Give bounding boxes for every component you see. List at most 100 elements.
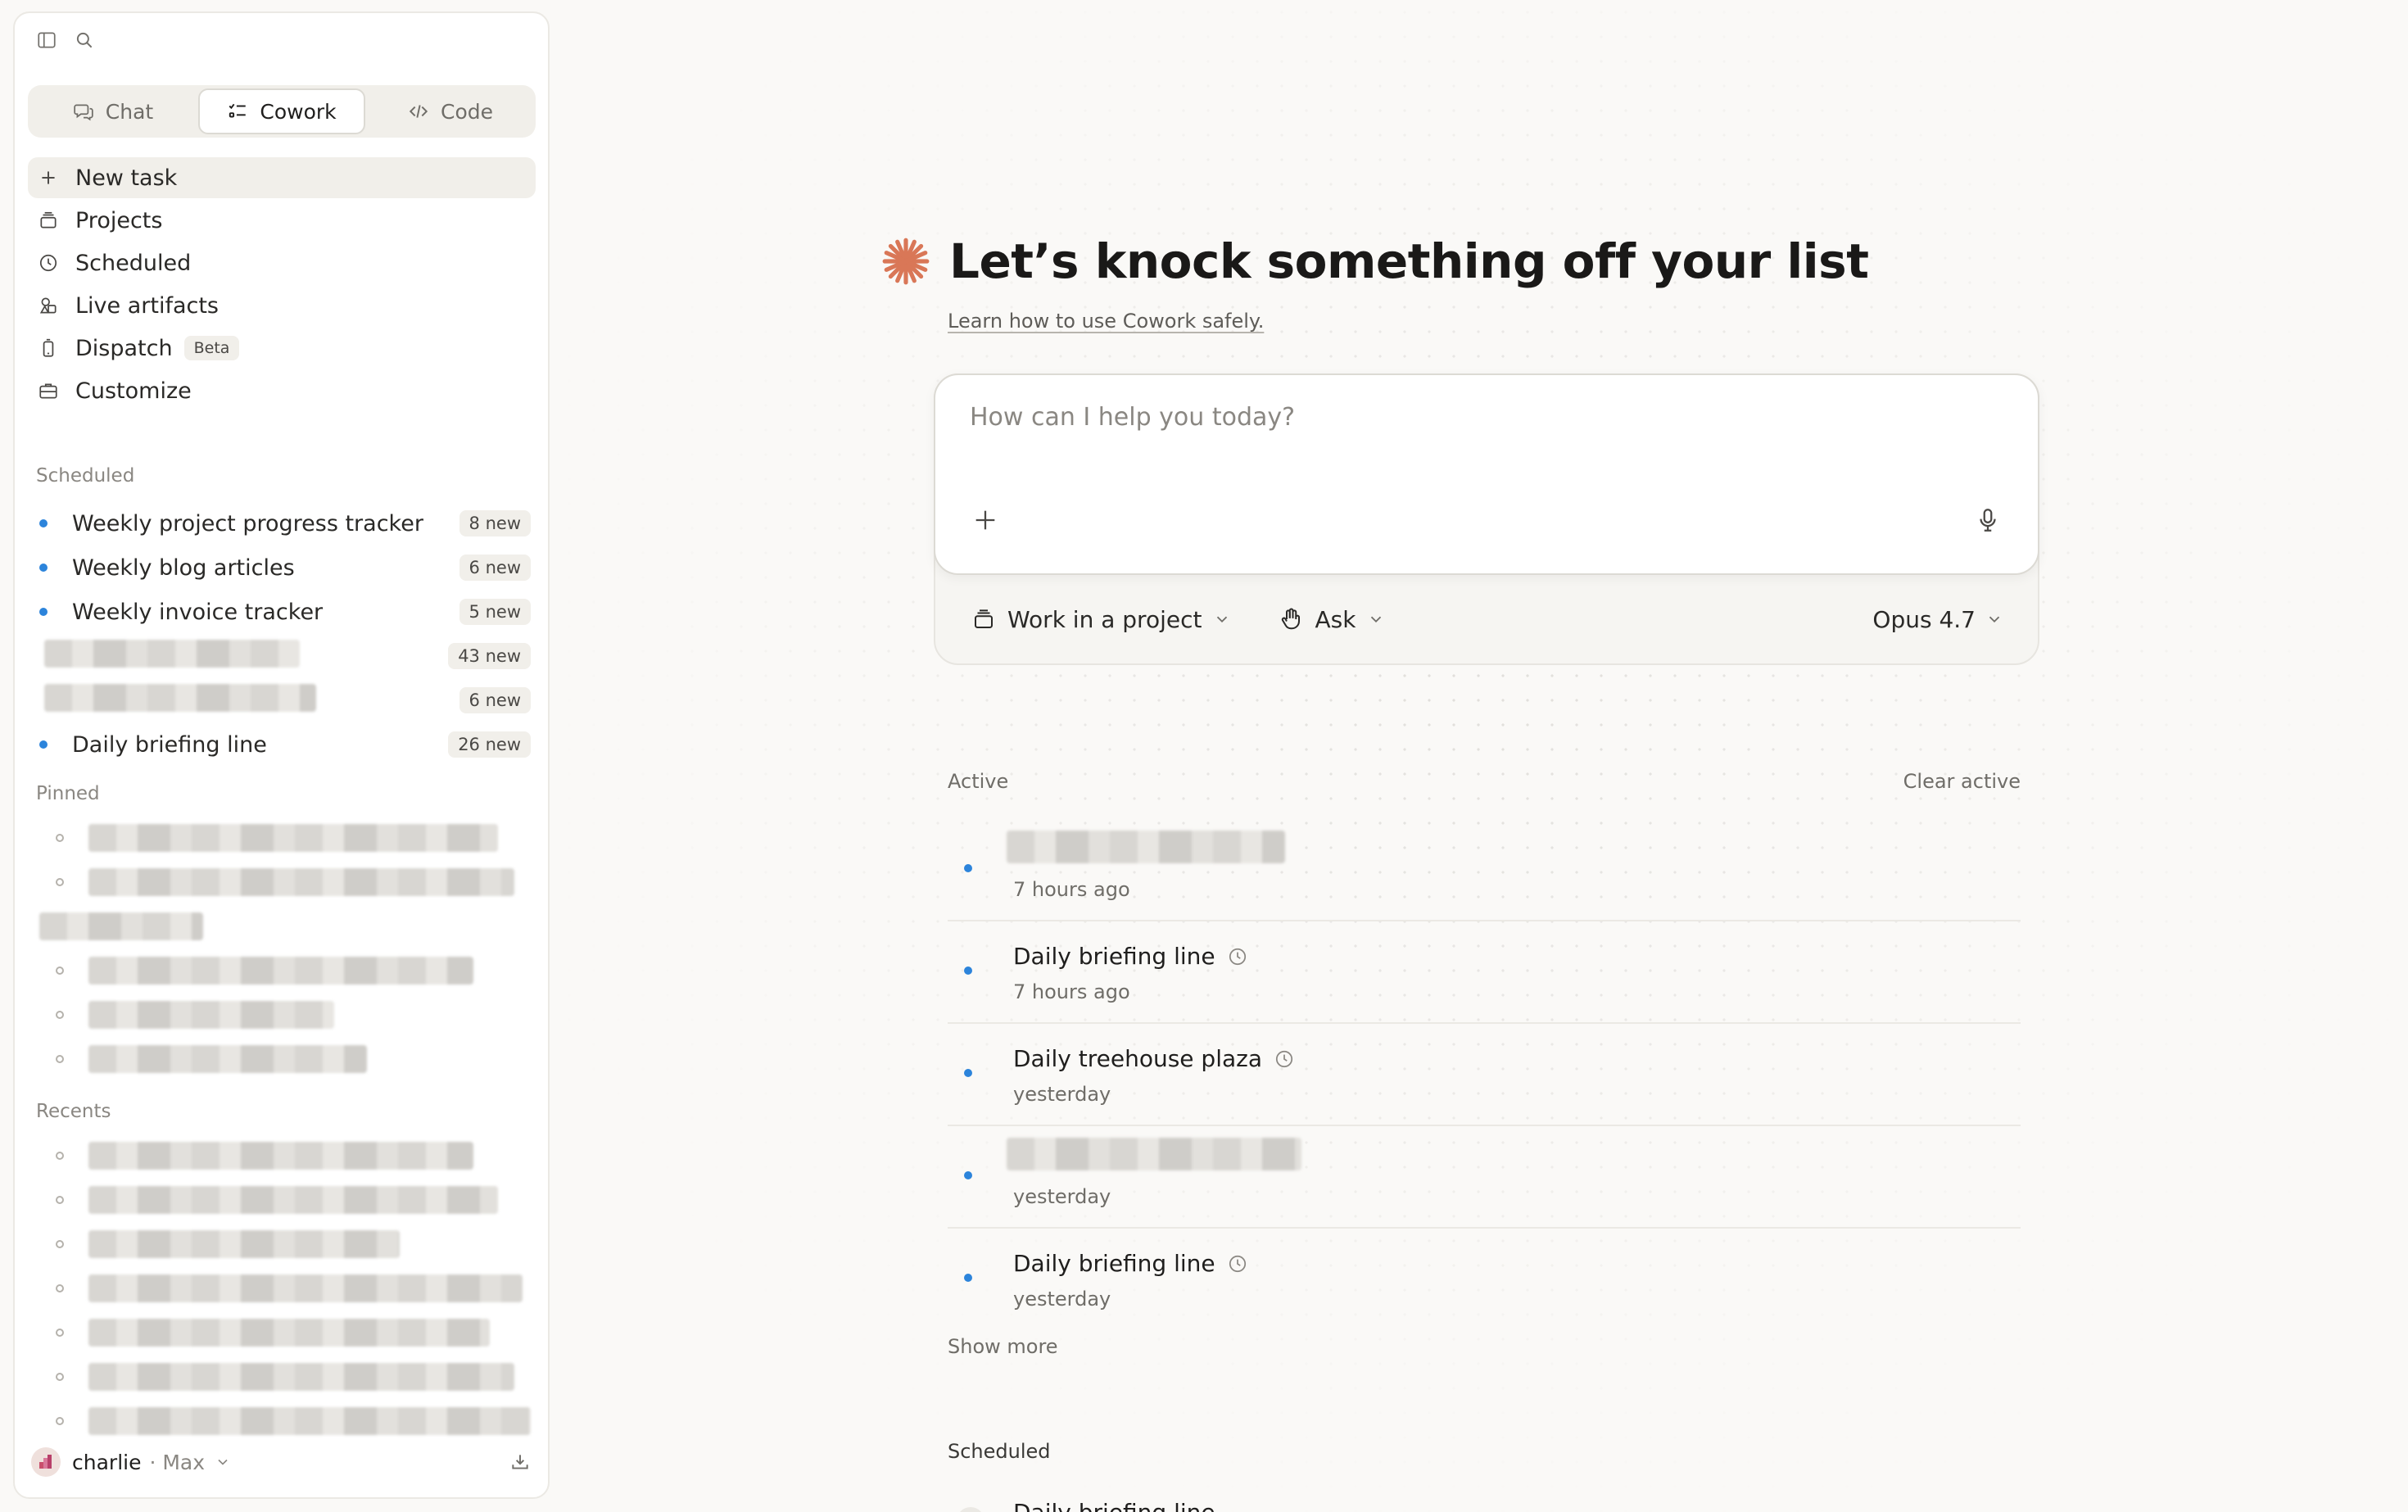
redacted-text: [88, 1045, 367, 1073]
task-row[interactable]: 7 hours ago: [948, 819, 2021, 921]
show-more-button[interactable]: Show more: [948, 1335, 1058, 1358]
ask-mode-button[interactable]: Ask: [1279, 606, 1385, 633]
code-brackets-icon: [408, 101, 429, 122]
task-row[interactable]: Daily briefing line yesterday: [948, 1229, 2021, 1331]
tab-chat-label: Chat: [105, 99, 154, 124]
sidebar-item-projects[interactable]: Projects: [28, 200, 536, 241]
pinned-item[interactable]: [28, 993, 536, 1037]
user-menu[interactable]: charlie · Max: [31, 1442, 539, 1483]
pinned-item[interactable]: [28, 948, 536, 993]
model-selector[interactable]: Opus 4.7: [1872, 606, 2003, 633]
scheduled-item[interactable]: Weekly project progress tracker 8 new: [28, 501, 536, 545]
add-attachment-button[interactable]: [971, 506, 999, 534]
task-row[interactable]: yesterday: [948, 1126, 2021, 1229]
redacted-text: [88, 1142, 473, 1170]
folder-stack-icon: [971, 607, 996, 632]
sidebar: Chat Cowork Code New task Projects Sched…: [13, 11, 550, 1499]
avatar: [31, 1447, 61, 1477]
task-time: 7 hours ago: [1013, 878, 1130, 901]
sidebar-item-label: New task: [75, 165, 178, 191]
new-count-badge: 6 new: [459, 555, 531, 581]
recents-list: [28, 1134, 536, 1443]
unread-dot: [39, 564, 48, 572]
composer: [934, 373, 2039, 575]
task-row[interactable]: Daily briefing line 7 hours ago: [948, 921, 2021, 1024]
scheduled-item[interactable]: 43 new: [28, 634, 536, 678]
redacted-text: [44, 639, 300, 668]
tab-chat[interactable]: Chat: [31, 88, 195, 134]
mode-switcher: Chat Cowork Code: [28, 85, 536, 138]
hero-heading: Let’s knock something off your list: [880, 233, 1869, 289]
sidebar-toolbar: [36, 29, 95, 51]
status-ring-icon: [56, 1329, 64, 1337]
task-row[interactable]: Daily treehouse plaza yesterday: [948, 1024, 2021, 1126]
recent-item[interactable]: [28, 1222, 536, 1266]
sidebar-item-scheduled[interactable]: Scheduled: [28, 242, 536, 283]
unread-dot: [964, 1171, 972, 1179]
recent-item[interactable]: [28, 1355, 536, 1399]
pinned-item[interactable]: [28, 1037, 536, 1081]
status-ring-icon: [56, 834, 64, 842]
recent-item[interactable]: [28, 1311, 536, 1355]
sidebar-item-new-task[interactable]: New task: [28, 157, 536, 198]
sidebar-item-dispatch[interactable]: Dispatch Beta: [28, 328, 536, 369]
shapes-icon: [38, 295, 59, 316]
redacted-text: [88, 1186, 498, 1214]
unread-dot: [964, 864, 972, 872]
recent-item[interactable]: [28, 1399, 536, 1443]
recent-item[interactable]: [28, 1134, 536, 1178]
scheduled-item[interactable]: 6 new: [28, 678, 536, 722]
scheduled-item-title: Weekly blog articles: [72, 555, 295, 581]
microphone-icon[interactable]: [1974, 506, 2002, 534]
active-section-label: Active: [948, 770, 1009, 793]
clock-icon: [38, 252, 59, 274]
redacted-text: [88, 824, 498, 852]
redacted-title: [39, 639, 448, 673]
user-name: charlie: [72, 1450, 142, 1474]
status-ring-icon: [56, 1196, 64, 1204]
pinned-item[interactable]: [28, 860, 536, 904]
pinned-item[interactable]: [28, 816, 536, 860]
pinned-item[interactable]: [28, 904, 536, 948]
search-icon[interactable]: [74, 29, 95, 51]
download-icon[interactable]: [509, 1451, 531, 1473]
phone-icon: [38, 337, 59, 359]
scheduled-item[interactable]: Weekly invoice tracker 5 new: [28, 590, 536, 634]
model-name: Opus 4.7: [1872, 605, 1976, 633]
scheduled-task-title[interactable]: Daily briefing line: [1013, 1499, 1215, 1512]
folder-stack-icon: [38, 210, 59, 231]
tab-code[interactable]: Code: [369, 88, 532, 134]
active-section-header: Active Clear active: [948, 770, 2021, 793]
recent-item[interactable]: [28, 1266, 536, 1311]
scheduled-clock-icon: [1227, 946, 1248, 967]
task-time: yesterday: [1013, 1288, 1111, 1311]
scheduled-section-label: Scheduled: [948, 1440, 1051, 1463]
sidebar-item-label: Customize: [75, 378, 192, 404]
prompt-input[interactable]: [970, 403, 1953, 432]
scheduled-item[interactable]: Weekly blog articles 6 new: [28, 545, 536, 590]
sparkle-logo-icon: [880, 236, 931, 287]
redacted-text: [88, 1363, 514, 1391]
new-count-badge: 6 new: [459, 687, 531, 713]
sidebar-item-label: Live artifacts: [75, 292, 219, 319]
new-count-badge: 5 new: [459, 599, 531, 625]
recent-item[interactable]: [28, 1178, 536, 1222]
tab-cowork[interactable]: Cowork: [198, 88, 365, 134]
clear-active-button[interactable]: Clear active: [1903, 770, 2021, 793]
composer-options-bar: Work in a project Ask Opus 4.7: [971, 596, 2003, 642]
redacted-text: [39, 912, 203, 940]
scheduled-item-title: Weekly project progress tracker: [72, 510, 423, 536]
checklist-icon: [227, 101, 248, 122]
ask-mode-label: Ask: [1315, 605, 1356, 633]
task-time: yesterday: [1013, 1083, 1111, 1106]
sidebar-item-label: Scheduled: [75, 250, 192, 276]
sidebar-toggle-icon[interactable]: [36, 29, 57, 51]
redacted-text: [88, 1274, 523, 1302]
sidebar-item-live-artifacts[interactable]: Live artifacts: [28, 285, 536, 326]
beta-badge: Beta: [183, 336, 240, 360]
work-in-project-button[interactable]: Work in a project: [971, 606, 1231, 633]
sidebar-item-label: Dispatch: [75, 335, 173, 361]
scheduled-item[interactable]: Daily briefing line 26 new: [28, 722, 536, 767]
learn-safety-link[interactable]: Learn how to use Cowork safely.: [948, 310, 1264, 333]
sidebar-item-customize[interactable]: Customize: [28, 370, 536, 411]
